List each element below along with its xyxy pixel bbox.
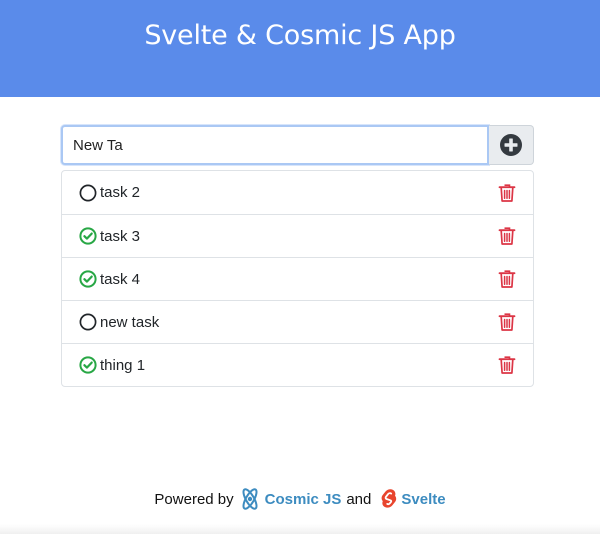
circle-icon[interactable]	[79, 313, 97, 331]
bottom-shadow	[0, 524, 600, 534]
app-header: Svelte & Cosmic JS App	[0, 0, 600, 97]
task-item: task 3	[62, 214, 533, 257]
check-circle-icon[interactable]	[79, 227, 97, 245]
circle-icon[interactable]	[79, 184, 97, 202]
plus-circle-icon	[500, 134, 522, 156]
app-title: Svelte & Cosmic JS App	[144, 20, 456, 51]
task-list: task 2 task 3 task 4 new task thing 1	[61, 170, 534, 387]
task-label: task 3	[100, 227, 141, 245]
powered-by-text: Powered by	[154, 490, 234, 508]
cosmic-js-link[interactable]: Cosmic JS	[265, 491, 342, 508]
task-item: thing 1	[62, 343, 533, 386]
task-label: new task	[100, 313, 160, 331]
check-circle-icon[interactable]	[79, 270, 97, 288]
trash-icon[interactable]	[498, 312, 516, 332]
task-item: task 2	[62, 171, 533, 214]
trash-icon[interactable]	[498, 355, 516, 375]
add-task-button[interactable]	[489, 125, 534, 165]
svelte-logo-icon	[380, 488, 398, 510]
footer: Powered by Cosmic JS and Svelte	[0, 486, 600, 512]
trash-icon[interactable]	[498, 226, 516, 246]
task-item: task 4	[62, 257, 533, 300]
new-task-form	[61, 125, 534, 165]
and-text: and	[346, 490, 372, 508]
check-circle-icon[interactable]	[79, 356, 97, 374]
svelte-link[interactable]: Svelte	[401, 491, 445, 508]
trash-icon[interactable]	[498, 269, 516, 289]
task-item: new task	[62, 300, 533, 343]
task-label: thing 1	[100, 356, 146, 374]
trash-icon[interactable]	[498, 183, 516, 203]
cosmic-js-logo-icon	[238, 488, 262, 510]
new-task-input[interactable]	[61, 125, 489, 165]
task-label: task 2	[100, 184, 141, 201]
task-label: task 4	[100, 270, 141, 288]
